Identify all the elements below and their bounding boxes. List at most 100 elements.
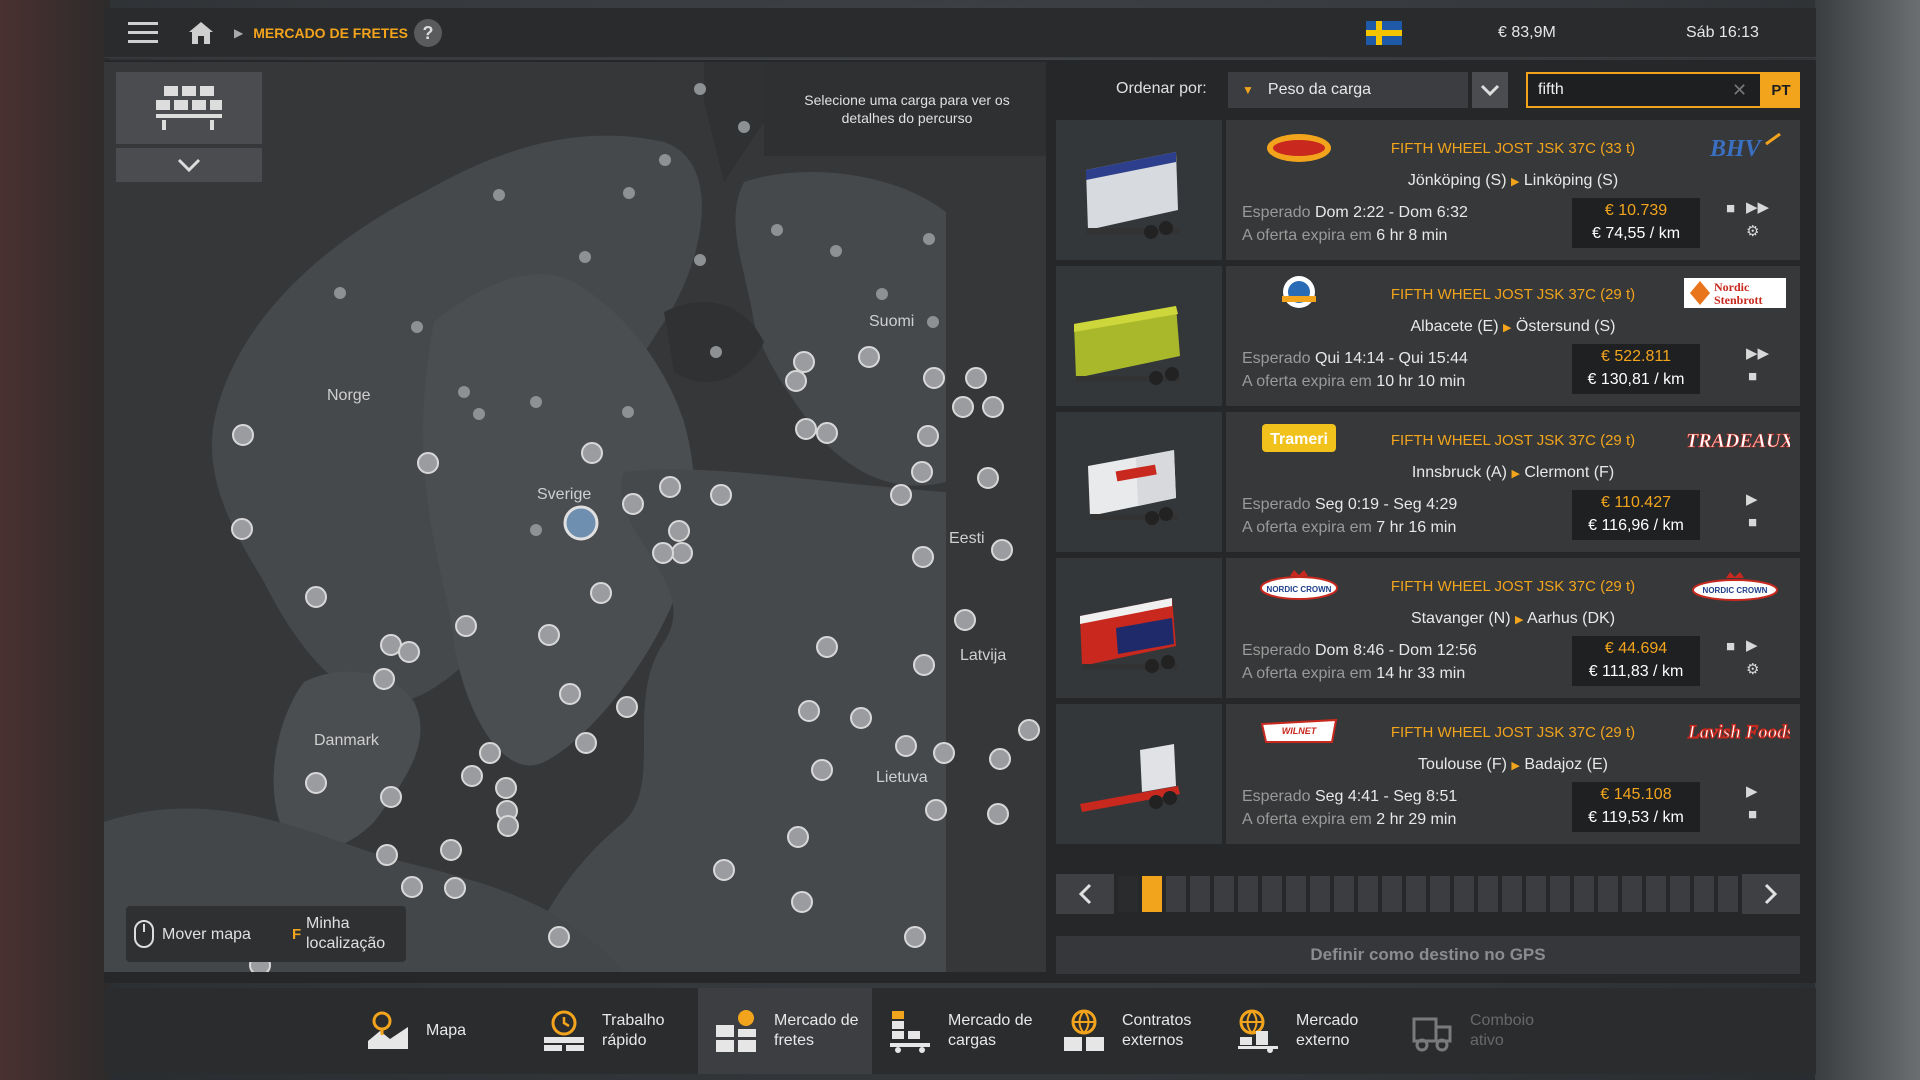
page-segment[interactable]: [1430, 876, 1450, 912]
page-segment[interactable]: [1142, 876, 1162, 912]
page-segment[interactable]: [1622, 876, 1642, 912]
page-segment[interactable]: [1694, 876, 1714, 912]
map-icon: [364, 1007, 412, 1055]
tab-comboio-ativo[interactable]: Comboio ativo: [1394, 988, 1568, 1074]
page-segment[interactable]: [1406, 876, 1426, 912]
job-revenue: € 110.427: [1601, 494, 1671, 511]
route-origin: Stavanger (N): [1410, 610, 1511, 627]
page-segment[interactable]: [1358, 876, 1378, 912]
page-segment[interactable]: [1118, 876, 1138, 912]
language-button[interactable]: PT: [1762, 72, 1800, 108]
home-icon[interactable]: [188, 8, 214, 58]
route-arrow-icon: ▶: [1510, 176, 1520, 188]
page-segment[interactable]: [1190, 876, 1210, 912]
price-box: € 44.694 € 111,83 / km: [1572, 636, 1700, 686]
offer-value: 2 hr 29 min: [1376, 811, 1457, 828]
map-view[interactable]: Norge Sverige Suomi Eesti Latvija Lietuv…: [104, 62, 1046, 972]
tab-trabalho-rapido[interactable]: Trabalho rápido: [530, 988, 704, 1074]
page-segment[interactable]: [1310, 876, 1330, 912]
sort-value: Peso da carga: [1267, 81, 1372, 98]
tab-mapa[interactable]: Mapa: [356, 988, 530, 1074]
page-segment[interactable]: [1262, 876, 1282, 912]
clear-search-icon[interactable]: ✕: [1732, 80, 1747, 101]
chevron-right-icon: [1764, 883, 1778, 905]
job-details: NORDIC CROWN FIFTH WHEEL JOST JSK 37C (2…: [1226, 558, 1800, 698]
route-arrow-icon: ▶: [1511, 468, 1520, 480]
job-details: FIFTH WHEEL JOST JSK 37C (29 t) Albacete…: [1226, 266, 1800, 406]
help-button[interactable]: ?: [414, 8, 442, 58]
ferry-icon: ⚙: [1746, 223, 1760, 240]
set-gps-destination-button[interactable]: Definir como destino no GPS: [1056, 936, 1800, 974]
tab-mercado-de-fretes[interactable]: Mercado de fretes: [698, 988, 872, 1074]
offer-label: A oferta expira em: [1242, 519, 1372, 536]
route-info-box: Selecione uma carga para ver os detalhes…: [764, 62, 1046, 156]
freight-market-icon: [712, 1007, 760, 1055]
page-segment[interactable]: [1214, 876, 1234, 912]
job-flags: ■ ▶ ⚙: [1720, 636, 1780, 686]
sort-dropdown-toggle[interactable]: [1472, 72, 1508, 108]
revenue-per-km: € 119,53 / km: [1588, 809, 1684, 826]
tab-mercado-de-cargas[interactable]: Mercado de cargas: [872, 988, 1046, 1074]
page-segment[interactable]: [1334, 876, 1354, 912]
offer-value: 7 hr 16 min: [1376, 519, 1457, 536]
expected-value: Qui 14:14 - Qui 15:44: [1314, 350, 1468, 367]
prev-page-button[interactable]: [1056, 874, 1114, 914]
map-layers-button[interactable]: [116, 72, 262, 144]
page-segment[interactable]: [1718, 876, 1738, 912]
page-segment[interactable]: [1670, 876, 1690, 912]
sweden-flag-icon: [1366, 8, 1402, 58]
price-box: € 145.108 € 119,53 / km: [1572, 782, 1700, 832]
page-segment[interactable]: [1238, 876, 1258, 912]
menu-icon[interactable]: [128, 8, 158, 58]
job-card[interactable]: FIFTH WHEEL JOST JSK 37C (29 t) Albacete…: [1056, 266, 1800, 406]
page-segment[interactable]: [1478, 876, 1498, 912]
trailer-thumbnail: [1056, 558, 1222, 698]
tab-contratos-externos[interactable]: Contratos externos: [1046, 988, 1220, 1074]
page-segment[interactable]: [1502, 876, 1522, 912]
cargo-market-icon: [886, 1007, 934, 1055]
expected-label: Esperado: [1242, 204, 1311, 221]
job-route: Stavanger (N) ▶ Aarhus (DK): [1226, 610, 1800, 628]
trailer-filter-icon: [156, 86, 222, 130]
tab-label: Contratos externos: [1122, 1012, 1192, 1049]
trailer-thumbnail: [1056, 266, 1222, 406]
job-route: Innsbruck (A) ▶ Clermont (F): [1226, 464, 1800, 482]
my-location-label[interactable]: Minha localização: [306, 914, 402, 954]
search-input[interactable]: fifth ✕: [1526, 72, 1762, 108]
breadcrumb-label: MERCADO DE FRETES: [253, 25, 409, 41]
mouse-icon: [134, 920, 154, 953]
map-expand-button[interactable]: [116, 148, 262, 182]
expected-value: Dom 2:22 - Dom 6:32: [1314, 204, 1468, 221]
money-display: € 83,9M: [1498, 24, 1556, 41]
job-card[interactable]: NORDIC CROWN FIFTH WHEEL JOST JSK 37C (2…: [1056, 558, 1800, 698]
page-segment[interactable]: [1646, 876, 1666, 912]
job-card[interactable]: FIFTH WHEEL JOST JSK 37C (33 t) Jönköpin…: [1056, 120, 1800, 260]
route-destination: Linköping (S): [1523, 172, 1619, 189]
page-segment[interactable]: [1550, 876, 1570, 912]
page-segment[interactable]: [1574, 876, 1594, 912]
revenue-per-km: € 130,81 / km: [1587, 371, 1685, 388]
page-segment[interactable]: [1454, 876, 1474, 912]
tab-mercado-externo[interactable]: Mercado externo: [1220, 988, 1394, 1074]
route-destination: Östersund (S): [1515, 318, 1616, 335]
page-segment[interactable]: [1382, 876, 1402, 912]
map-label-norge: Norge: [327, 387, 371, 404]
sort-label: Ordenar por:: [1116, 80, 1207, 97]
job-card[interactable]: Trameri FIFTH WHEEL JOST JSK 37C (29 t) …: [1056, 412, 1800, 552]
job-card[interactable]: WILNET FIFTH WHEEL JOST JSK 37C (29 t) T…: [1056, 704, 1800, 844]
next-page-button[interactable]: [1742, 874, 1800, 914]
svg-text:Stenbrott: Stenbrott: [1714, 293, 1762, 307]
offer-expiry: A oferta expira em 7 hr 16 min: [1242, 519, 1456, 537]
page-segment[interactable]: [1286, 876, 1306, 912]
expected-value: Seg 4:41 - Seg 8:51: [1314, 788, 1458, 805]
move-map-label: Mover mapa: [162, 926, 251, 943]
tab-label: Trabalho rápido: [602, 1012, 665, 1049]
page-segment[interactable]: [1166, 876, 1186, 912]
sort-dropdown[interactable]: ▼ Peso da carga: [1228, 72, 1468, 108]
breadcrumb: ▶ MERCADO DE FRETES: [234, 8, 408, 58]
route-origin: Innsbruck (A): [1411, 464, 1507, 481]
price-box: € 110.427 € 116,96 / km: [1572, 490, 1700, 540]
page-segment[interactable]: [1526, 876, 1546, 912]
route-destination: Badajoz (E): [1524, 756, 1608, 773]
page-segment[interactable]: [1598, 876, 1618, 912]
